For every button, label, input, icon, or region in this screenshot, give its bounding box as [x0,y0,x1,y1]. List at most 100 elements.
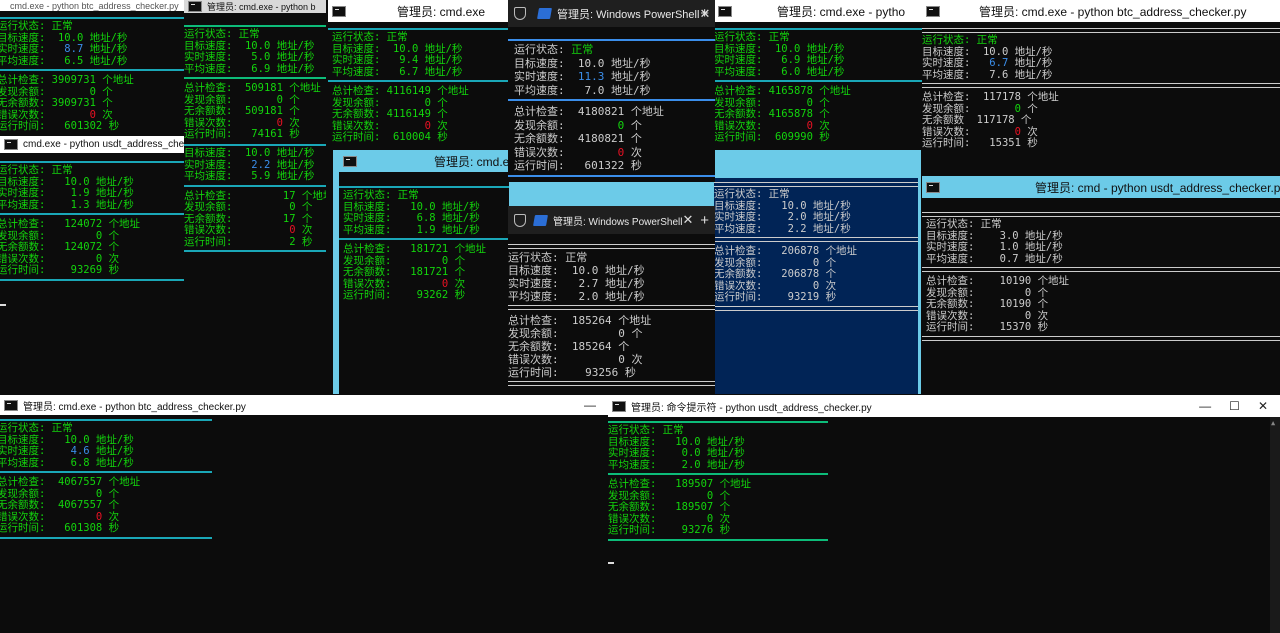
console-body[interactable]: 运行状态: 正常 目标速度: 3.0 地址/秒 实时速度: 1.0 地址/秒 平… [922,198,1280,396]
close-icon[interactable]: ✕ [1258,399,1268,413]
terminal-window-5[interactable]: 管理员: cmd.exe - pytho 运行状态: 正常 目标速度: 10.0… [714,0,922,150]
terminal-window-btc-13[interactable]: 管理员: cmd.exe - python btc_address_checke… [0,395,608,633]
window-title: 管理员: 命令提示符 - python usdt_address_checker… [631,402,872,414]
title-bar[interactable]: 管理员: 命令提示符 - python usdt_address_checker… [608,395,1280,417]
tab-title[interactable]: 管理员: Windows PowerShell [557,6,699,22]
tab-title[interactable]: 管理员: Windows PowerShell [553,213,682,228]
divider [714,28,922,30]
divider [922,28,1280,33]
divider [0,17,184,19]
cmd-icon [926,181,940,193]
divider [714,237,918,242]
stats-block: 运行状态: 正常 目标速度: 3.0 地址/秒 实时速度: 1.0 地址/秒 平… [926,218,1063,265]
terminal-window-usdt-14[interactable]: 管理员: 命令提示符 - python usdt_address_checker… [608,395,1280,633]
divider [328,28,513,30]
shield-icon [514,213,526,227]
tab-bar[interactable]: 管理员: Windows PowerShell ✕ + [508,206,715,234]
divider [0,161,184,163]
terminal-window-usdt-12[interactable]: 管理员: cmd - python usdt_address_checker.p… [922,176,1280,396]
stats-block: 运行状态: 正常 目标速度: 10.0 地址/秒 实时速度: 1.9 地址/秒 … [0,164,134,211]
console-body[interactable]: 运行状态: 正常 目标速度: 10.0 地址/秒 实时速度: 6.9 地址/秒 … [714,22,922,150]
divider [714,182,918,187]
stats-block: 运行状态: 正常 目标速度: 10.0 地址/秒 实时速度: 6.8 地址/秒 … [343,189,480,236]
cursor [608,549,1280,568]
divider [339,238,509,240]
divider [922,83,1280,88]
stats-block: 运行状态: 正常 目标速度: 10.0 地址/秒 实时速度: 0.0 地址/秒 … [608,424,745,471]
totals-block: 总计检查: 4116149 个地址 发现余额: 0 个 无余额数: 411614… [332,85,469,143]
avg-line: 平均速度: 6.5 地址/秒 [0,54,128,67]
title-bar[interactable]: 管理员: cmd.e [339,150,509,172]
title-bar[interactable]: 管理员: cmd.exe - python btc_address_checke… [922,0,1280,22]
tab-bar[interactable]: 管理员: Windows PowerShell ✕ + [508,0,715,27]
close-tab-icon[interactable]: ✕ [682,212,693,228]
title-bar[interactable]: cmd.exe - python usdt_address_checker.py [0,136,184,153]
terminal-window-11[interactable]: 运行状态: 正常 目标速度: 10.0 地址/秒 实时速度: 2.0 地址/秒 … [714,178,918,394]
title-bar[interactable]: cmd.exe - python btc_address_checker.py [0,0,184,11]
title-bar[interactable]: 管理员: cmd.exe - python btc_address_checke… [0,395,608,415]
cmd-icon [332,5,346,17]
divider [0,419,212,421]
title-bar[interactable]: 管理员: cmd.exe [328,0,513,22]
console-body[interactable]: 运行状态: 正常 目标速度: 10.0 地址/秒 实时速度: 5.0 地址/秒 … [184,13,326,140]
terminal-window-btc-6[interactable]: 管理员: cmd.exe - python btc_address_checke… [922,0,1280,178]
window-title: 管理员: cmd.exe [397,4,486,19]
cmd-icon [4,139,18,150]
terminal-window-9[interactable]: 管理员: cmd.e 运行状态: 正常 目标速度: 10.0 地址/秒 实时速度… [339,150,509,394]
console-body[interactable]: 运行状态: 正常 目标速度: 10.0 地址/秒 实时速度: 8.7 地址/秒 … [0,11,184,136]
powershell-window-4[interactable]: 管理员: Windows PowerShell ✕ + 运行状态: 正常 目标速… [508,0,715,182]
title-bar[interactable]: 管理员: cmd - python usdt_address_checker.p… [922,176,1280,198]
new-tab-icon[interactable]: + [700,5,709,22]
divider [0,213,184,215]
new-tab-icon[interactable]: + [700,212,709,229]
console-body[interactable]: 运行状态: 正常 目标速度: 10.0 地址/秒 实时速度: 4.6 地址/秒 … [0,415,608,633]
console-body[interactable]: 运行状态: 正常 目标速度: 10.0 地址/秒 实时速度: 6.7 地址/秒 … [922,22,1280,178]
cmd-icon [188,1,202,12]
divider [184,184,326,187]
window-controls: — ☐ ✕ [1199,399,1280,413]
divider [508,39,715,41]
totals-block: 总计检查: 124072 个地址 发现余额: 0 个 无余额数: 124072 … [0,218,141,276]
stats-block: 目标速度: 10.0 地址/秒 实时速度: 2.2 地址/秒 平均速度: 5.9… [184,147,315,182]
console-body[interactable]: 运行状态: 正常 目标速度: 10.0 地址/秒 实时速度: 9.4 地址/秒 … [328,22,513,150]
terminal-window-usdt-7[interactable]: cmd.exe - python usdt_address_checker.py… [0,136,184,394]
divider [184,250,326,252]
totals-block: 总计检查: 4180821 个地址 发现余额: 0 个 无余额数: 418082… [514,105,664,172]
divider [508,305,715,310]
console-body[interactable]: 目标速度: 10.0 地址/秒 实时速度: 2.2 地址/秒 平均速度: 5.9… [184,140,326,394]
terminal-window-3[interactable]: 管理员: cmd.exe 运行状态: 正常 目标速度: 10.0 地址/秒 实时… [328,0,513,150]
console-body[interactable]: 运行状态: 正常 目标速度: 10.0 地址/秒 实时速度: 2.0 地址/秒 … [714,178,918,394]
divider [714,305,918,311]
console-body[interactable]: 运行状态: 正常 目标速度: 10.0 地址/秒 实时速度: 11.3 地址/秒… [508,27,715,182]
console-body[interactable]: 运行状态: 正常 目标速度: 10.0 地址/秒 实时速度: 6.8 地址/秒 … [339,172,509,394]
stats-block: 运行状态: 正常 目标速度: 10.0 地址/秒 实时速度: 2.7 地址/秒 … [508,251,645,303]
divider [508,99,715,101]
console-body[interactable]: 运行状态: 正常 目标速度: 10.0 地址/秒 实时速度: 1.9 地址/秒 … [0,153,184,394]
divider [508,174,715,177]
maximize-icon[interactable]: ☐ [1229,399,1240,413]
cmd-icon [343,155,357,167]
powershell-window-10[interactable]: 管理员: Windows PowerShell ✕ + 运行状态: 正常 目标速… [508,206,715,394]
totals-block: 总计检查: 181721 个地址 发现余额: 0 个 无余额数: 181721 … [343,243,487,301]
title-bar[interactable]: 管理员: cmd.exe - python b [184,0,326,13]
window-title: 管理员: cmd - python usdt_address_checker.p… [1035,180,1280,195]
terminal-window-btc-1[interactable]: cmd.exe - python btc_address_checker.py … [0,0,184,136]
cmd-icon [718,5,732,17]
terminal-window-btc-2[interactable]: 管理员: cmd.exe - python b 运行状态: 正常 目标速度: 1… [184,0,326,140]
minimize-icon[interactable]: — [584,398,596,412]
divider [922,212,1280,217]
divider [508,381,715,386]
minimize-icon[interactable]: — [1199,399,1211,413]
totals-block: 总计检查: 4067557 个地址 发现余额: 0 个 无余额数: 406755… [0,476,141,534]
divider [0,69,184,71]
terminal-window-8[interactable]: 目标速度: 10.0 地址/秒 实时速度: 2.2 地址/秒 平均速度: 5.9… [184,140,326,394]
scrollbar[interactable] [1270,417,1280,633]
window-controls: — [584,398,608,412]
stats-block: 运行状态: 正常 目标速度: 10.0 地址/秒 实时速度: 9.4 地址/秒 … [332,31,463,78]
divider [339,186,509,188]
stats-block: 运行状态: 正常 目标速度: 10.0 地址/秒 实时速度: 8.7 地址/秒 … [0,20,184,67]
cmd-icon [4,399,18,411]
console-body[interactable]: 运行状态: 正常 目标速度: 10.0 地址/秒 实时速度: 2.7 地址/秒 … [508,234,715,394]
title-bar[interactable]: 管理员: cmd.exe - pytho [714,0,922,22]
console-body[interactable]: 运行状态: 正常 目标速度: 10.0 地址/秒 实时速度: 0.0 地址/秒 … [608,417,1280,633]
